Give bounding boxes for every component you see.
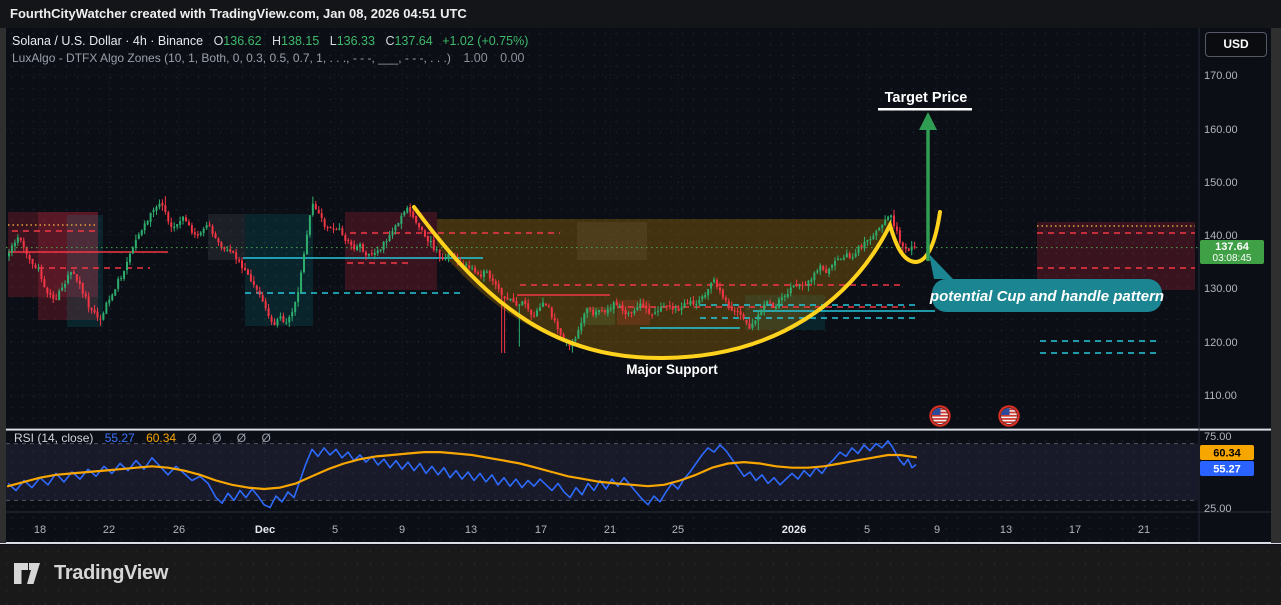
svg-text:9: 9 — [934, 524, 940, 536]
major-support-label[interactable]: Major Support — [626, 362, 718, 377]
close-value: 137.64 — [394, 34, 432, 48]
watermark-bar: FourthCityWatcher created with TradingVi… — [0, 0, 1281, 28]
indicator-value-2: 0.00 — [500, 51, 524, 65]
watermark-text: FourthCityWatcher created with TradingVi… — [10, 6, 467, 21]
rsi-ma-value: 60.34 — [146, 431, 176, 445]
high-label: H — [272, 34, 281, 48]
price-axis[interactable]: 170.00160.00150.00140.00130.00120.00110.… — [1204, 70, 1238, 402]
rsi-title[interactable]: RSI (14, close) — [14, 431, 93, 445]
high-value: 138.15 — [281, 34, 319, 48]
svg-text:Dec: Dec — [255, 524, 275, 536]
rsi-value-badge: 55.27 — [1200, 461, 1254, 476]
svg-text:22: 22 — [103, 524, 115, 536]
svg-text:Target Price: Target Price — [885, 90, 968, 106]
svg-text:60.34: 60.34 — [1213, 448, 1241, 460]
svg-text:13: 13 — [465, 524, 477, 536]
low-label: L — [330, 34, 337, 48]
svg-text:17: 17 — [535, 524, 547, 536]
indicator-legend-row[interactable]: LuxAlgo - DTFX Algo Zones (10, 1, Both, … — [12, 50, 528, 66]
rsi-pane — [6, 444, 1198, 501]
economic-event-flag-icon[interactable] — [930, 406, 949, 425]
rsi-value: 55.27 — [105, 431, 135, 445]
rsi-legend-row[interactable]: RSI (14, close) 55.27 60.34 Ø Ø Ø Ø — [14, 431, 277, 445]
svg-text:2026: 2026 — [782, 524, 806, 536]
svg-text:26: 26 — [173, 524, 185, 536]
svg-text:potential Cup and handle patte: potential Cup and handle pattern — [929, 288, 1164, 305]
svg-text:17: 17 — [1069, 524, 1081, 536]
svg-text:120.00: 120.00 — [1204, 337, 1238, 349]
footer-bar: TradingView — [0, 545, 1281, 605]
low-value: 136.33 — [337, 34, 375, 48]
change-value: +1.02 (+0.75%) — [442, 34, 528, 48]
svg-text:55.27: 55.27 — [1213, 464, 1241, 476]
indicator-title[interactable]: LuxAlgo - DTFX Algo Zones (10, 1, Both, … — [12, 51, 451, 65]
svg-text:25.00: 25.00 — [1204, 503, 1232, 515]
tradingview-logo-icon — [14, 563, 44, 585]
svg-text:25: 25 — [672, 524, 684, 536]
symbol-title[interactable]: Solana / U.S. Dollar · 4h · Binance — [12, 34, 203, 48]
chart-canvas[interactable]: Target Price Major Support potential Cup a… — [0, 0, 1281, 605]
svg-text:137.64: 137.64 — [1215, 241, 1250, 253]
svg-text:130.00: 130.00 — [1204, 283, 1238, 295]
tradingview-brand-text: TradingView — [54, 562, 168, 585]
time-axis[interactable]: 18 22 26 Dec 5 9 13 17 21 25 2026 5 9 13 17 21 — [34, 524, 1150, 536]
indicator-value-1: 1.00 — [463, 51, 487, 65]
svg-text:03:08:45: 03:08:45 — [1213, 253, 1252, 264]
legend-panel: Solana / U.S. Dollar · 4h · Binance O136… — [12, 33, 528, 67]
svg-text:13: 13 — [1000, 524, 1012, 536]
right-edge-strip — [1271, 28, 1281, 543]
svg-text:5: 5 — [864, 524, 870, 536]
symbol-legend-row[interactable]: Solana / U.S. Dollar · 4h · Binance O136… — [12, 33, 528, 49]
open-label: O — [214, 34, 224, 48]
svg-text:150.00: 150.00 — [1204, 177, 1238, 189]
rsi-value-badge: 60.34 — [1200, 445, 1254, 460]
svg-text:110.00: 110.00 — [1204, 390, 1237, 402]
svg-text:170.00: 170.00 — [1204, 70, 1238, 82]
svg-text:9: 9 — [399, 524, 405, 536]
svg-text:160.00: 160.00 — [1204, 124, 1238, 136]
svg-text:5: 5 — [332, 524, 338, 536]
tradingview-app: FourthCityWatcher created with TradingVi… — [0, 0, 1281, 605]
left-edge-strip — [0, 28, 6, 543]
svg-text:21: 21 — [604, 524, 616, 536]
economic-event-flag-icon[interactable] — [999, 406, 1018, 425]
last-price-badge: 137.6403:08:45 — [1200, 240, 1264, 264]
rsi-empty-values: Ø Ø Ø Ø — [187, 431, 276, 445]
tradingview-brand: TradingView — [14, 562, 168, 585]
svg-text:75.00: 75.00 — [1204, 431, 1232, 443]
target-price-label[interactable]: Target Price — [878, 90, 972, 111]
svg-text:18: 18 — [34, 524, 46, 536]
currency-label: USD — [1223, 37, 1248, 51]
open-value: 136.62 — [223, 34, 261, 48]
svg-text:21: 21 — [1138, 524, 1150, 536]
currency-toggle-button[interactable]: USD — [1205, 32, 1267, 57]
svg-text:Major Support: Major Support — [626, 362, 718, 377]
